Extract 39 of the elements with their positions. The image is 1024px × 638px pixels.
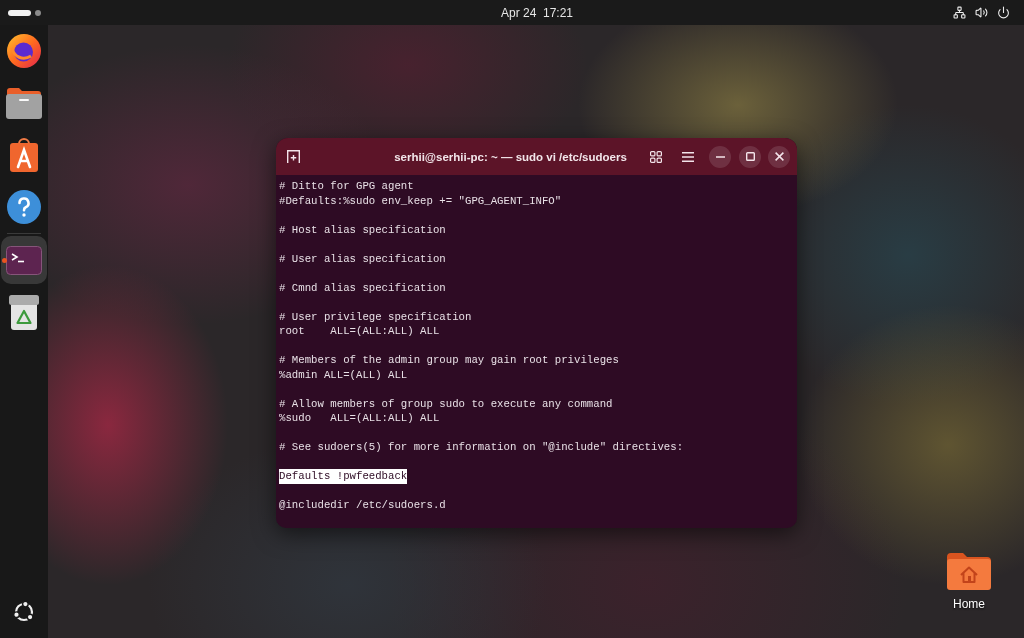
code-line: %admin ALL=(ALL) ALL — [279, 367, 408, 382]
folder-icon — [6, 87, 42, 119]
code-line: root ALL=(ALL:ALL) ALL — [279, 324, 440, 339]
code-line: # User privilege specification — [279, 309, 472, 324]
plus-box-icon — [286, 150, 300, 163]
code-line: # Host alias specification — [279, 222, 446, 237]
code-line: #Defaults:%sudo env_keep += "GPG_AGENT_INFO" — [279, 193, 562, 208]
workspace-indicator[interactable] — [8, 9, 31, 16]
code-line: @includedir /etc/sudoers.d — [279, 498, 446, 513]
terminal-icon — [6, 245, 42, 275]
shopping-bag-icon — [9, 138, 39, 172]
browser-icon — [7, 34, 41, 68]
desktop-icon-label[interactable]: Home — [953, 597, 985, 611]
ring-logo-icon — [12, 600, 36, 624]
code-line: # Ditto for GPG agent — [279, 179, 414, 194]
close-icon — [774, 152, 784, 161]
code-line: # See sudoers(5) for more information on "@include" directives: — [279, 440, 684, 455]
window-title: serhii@serhii-pc: ~ — sudo vi /etc/sudoers — [394, 150, 627, 163]
grid-icon — [650, 150, 662, 163]
volume-icon[interactable] — [975, 6, 988, 19]
code-line: # User alias specification — [279, 251, 446, 266]
code-line: %sudo ALL=(ALL:ALL) ALL — [279, 411, 440, 426]
maximize-icon — [745, 152, 755, 161]
home-folder-icon[interactable] — [947, 553, 991, 590]
code-line: # Allow members of group sudo to execute any command — [279, 396, 613, 411]
show-apps-button[interactable] — [12, 600, 36, 624]
minimize-icon — [715, 155, 725, 158]
trash-icon — [9, 294, 39, 330]
help-icon — [7, 190, 41, 224]
menu-icon — [682, 151, 694, 162]
network-icon[interactable] — [953, 6, 966, 19]
power-icon[interactable] — [997, 6, 1010, 19]
code-line: # Cmnd alias specification — [279, 280, 446, 295]
minimize-button[interactable] — [709, 145, 731, 168]
code-line: # Members of the admin group may gain root privileges — [279, 353, 619, 368]
running-dot-icon — [2, 257, 7, 263]
close-button[interactable] — [768, 145, 790, 168]
clock[interactable]: Apr 24 17:21 — [496, 3, 578, 22]
maximize-button[interactable] — [739, 145, 761, 168]
